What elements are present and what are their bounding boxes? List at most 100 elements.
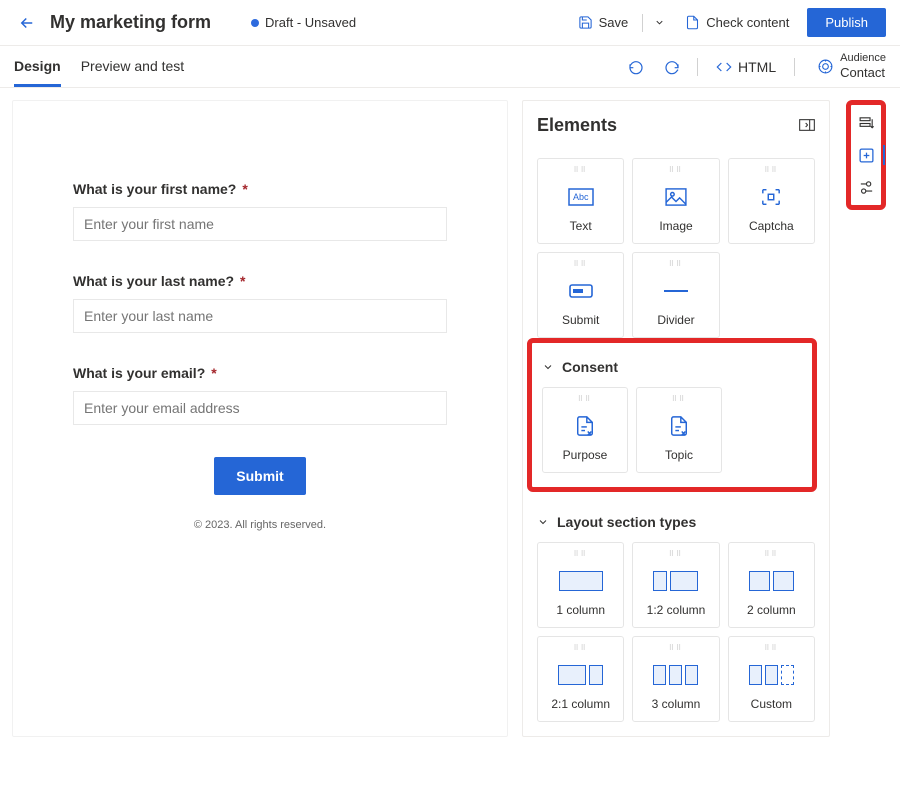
captcha-icon (760, 180, 782, 214)
check-content-label: Check content (706, 15, 789, 30)
audience-label: Audience (840, 52, 886, 65)
grip-icon: ⠿⠿ (574, 645, 588, 652)
page-title: My marketing form (50, 12, 211, 33)
secondary-right: HTML Audience Contact (623, 52, 886, 81)
tile-label: Captcha (749, 219, 794, 233)
tile-image[interactable]: ⠿⠿ Image (632, 158, 719, 244)
back-button[interactable] (14, 10, 40, 36)
consent-title: Consent (562, 359, 618, 375)
divider-icon (664, 274, 688, 308)
save-label: Save (599, 15, 629, 30)
grip-icon: ⠿⠿ (574, 261, 588, 268)
tile-label: Divider (657, 313, 694, 327)
tile-label: Purpose (563, 448, 608, 462)
purpose-icon (575, 409, 595, 443)
last-name-input[interactable] (73, 299, 447, 333)
check-content-button[interactable]: Check content (677, 10, 797, 35)
form-footer: © 2023. All rights reserved. (73, 519, 447, 531)
tile-label: Text (570, 219, 592, 233)
elements-panel: Elements ⠿⠿ Abc Text ⠿⠿ Image ⠿⠿ Captcha (522, 100, 830, 737)
tile-text[interactable]: ⠿⠿ Abc Text (537, 158, 624, 244)
layout-header[interactable]: Layout section types (537, 514, 815, 530)
image-icon (665, 180, 687, 214)
text-icon: Abc (568, 180, 594, 214)
header-actions: Save Check content Publish (570, 8, 886, 37)
submit-icon (569, 274, 593, 308)
save-button[interactable]: Save (570, 10, 637, 35)
tile-1column[interactable]: ⠿⠿ 1 column (537, 542, 624, 628)
last-name-label: What is your last name?* (73, 273, 447, 289)
layout-title: Layout section types (557, 514, 696, 530)
grip-icon: ⠿⠿ (574, 167, 588, 174)
grip-icon: ⠿⠿ (669, 261, 683, 268)
tile-custom[interactable]: ⠿⠿ Custom (728, 636, 815, 722)
grip-icon: ⠿⠿ (764, 167, 778, 174)
tile-label: 2 column (747, 603, 796, 617)
publish-button[interactable]: Publish (807, 8, 886, 37)
divider (642, 14, 643, 32)
basic-elements-grid: ⠿⠿ Abc Text ⠿⠿ Image ⠿⠿ Captcha ⠿⠿ Submi… (537, 158, 815, 338)
tile-2column[interactable]: ⠿⠿ 2 column (728, 542, 815, 628)
html-button[interactable]: HTML (710, 59, 782, 75)
grip-icon: ⠿⠿ (669, 551, 683, 558)
svg-text:Abc: Abc (573, 192, 589, 202)
tile-submit[interactable]: ⠿⠿ Submit (537, 252, 624, 338)
tile-12column[interactable]: ⠿⠿1:2 column (632, 542, 719, 628)
rail-settings-icon[interactable] (854, 175, 878, 199)
header-bar: My marketing form Draft - Unsaved Save C… (0, 0, 900, 46)
tab-preview[interactable]: Preview and test (81, 46, 185, 87)
consent-header[interactable]: Consent (542, 359, 802, 375)
divider (697, 58, 698, 76)
topic-icon (669, 409, 689, 443)
audience-value: Contact (840, 65, 886, 81)
rail-highlight (846, 100, 886, 210)
tile-label: Submit (562, 313, 599, 327)
status-dot-icon (251, 19, 259, 27)
main-area: What is your first name?* What is your l… (0, 88, 900, 749)
tile-label: 3 column (652, 697, 701, 711)
form-submit-button[interactable]: Submit (214, 457, 305, 495)
divider (794, 58, 795, 76)
tile-topic[interactable]: ⠿⠿ Topic (636, 387, 722, 473)
grip-icon: ⠿⠿ (672, 396, 686, 403)
panel-title: Elements (537, 115, 617, 136)
field-last-name: What is your last name?* (73, 273, 447, 333)
consent-section: Consent ⠿⠿ Purpose ⠿⠿ Topic (527, 338, 817, 492)
field-email: What is your email?* (73, 365, 447, 425)
first-name-label: What is your first name?* (73, 181, 447, 197)
secondary-bar: Design Preview and test HTML Audience Co… (0, 46, 900, 88)
rail-add-icon[interactable] (854, 143, 878, 167)
html-label: HTML (738, 59, 776, 75)
tile-captcha[interactable]: ⠿⠿ Captcha (728, 158, 815, 244)
audience-selector[interactable]: Audience Contact (817, 52, 886, 81)
field-first-name: What is your first name?* (73, 181, 447, 241)
status-text: Draft - Unsaved (265, 15, 356, 30)
grip-icon: ⠿⠿ (578, 396, 592, 403)
grip-icon: ⠿⠿ (764, 551, 778, 558)
save-chevron[interactable] (649, 17, 669, 28)
rail-fields-icon[interactable] (854, 111, 878, 135)
tile-label: Image (659, 219, 692, 233)
layout-grid: ⠿⠿ 1 column ⠿⠿1:2 column ⠿⠿ 2 column ⠿⠿2:1… (537, 542, 815, 722)
first-name-input[interactable] (73, 207, 447, 241)
email-label: What is your email?* (73, 365, 447, 381)
tile-label: 1 column (556, 603, 605, 617)
status-indicator: Draft - Unsaved (251, 15, 356, 30)
tile-21column[interactable]: ⠿⠿2:1 column (537, 636, 624, 722)
tile-3column[interactable]: ⠿⠿ 3 column (632, 636, 719, 722)
grip-icon: ⠿⠿ (669, 645, 683, 652)
right-rail (844, 100, 888, 737)
redo-button[interactable] (659, 54, 685, 80)
tile-purpose[interactable]: ⠿⠿ Purpose (542, 387, 628, 473)
tabs: Design Preview and test (14, 46, 184, 87)
tab-design[interactable]: Design (14, 46, 61, 87)
grip-icon: ⠿⠿ (764, 645, 778, 652)
panel-collapse-icon[interactable] (799, 118, 815, 134)
undo-button[interactable] (623, 54, 649, 80)
tile-label: Custom (751, 697, 792, 711)
tile-label: Topic (665, 448, 693, 462)
grip-icon: ⠿⠿ (669, 167, 683, 174)
email-input[interactable] (73, 391, 447, 425)
tile-divider[interactable]: ⠿⠿ Divider (632, 252, 719, 338)
grip-icon: ⠿⠿ (574, 551, 588, 558)
